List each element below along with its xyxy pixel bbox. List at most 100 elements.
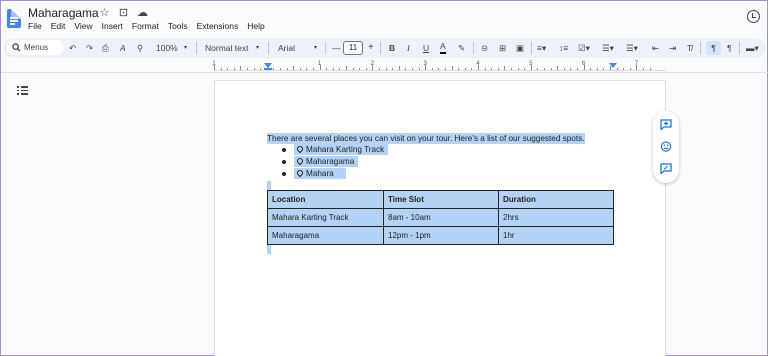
move-folder-icon[interactable]: ⊡: [117, 6, 130, 19]
left-to-right-icon[interactable]: ¶: [706, 41, 721, 55]
divider: [196, 42, 197, 54]
places-table[interactable]: Location Time Slot Duration Mahara Karti…: [267, 190, 614, 245]
place-chip-1[interactable]: Mahara Karting Track: [294, 144, 389, 155]
version-history-icon[interactable]: [747, 10, 760, 23]
spellcheck-icon[interactable]: A: [120, 41, 126, 55]
divider: [268, 42, 269, 54]
align-icon[interactable]: ≡▾: [537, 41, 546, 55]
ruler-tick: [451, 66, 453, 70]
insert-link-icon[interactable]: ⊝: [481, 41, 488, 55]
increase-font-size-icon[interactable]: +: [368, 41, 374, 55]
place-chip-3[interactable]: Mahara: [294, 168, 346, 179]
place-chip-label: Mahara: [306, 169, 334, 178]
ruler-tick: [392, 68, 394, 70]
place-chip-2[interactable]: Maharagama: [294, 156, 359, 167]
menu-format[interactable]: Format: [132, 21, 159, 31]
menu-tools[interactable]: Tools: [168, 21, 188, 31]
table-header-cell[interactable]: Time Slot: [383, 190, 499, 209]
highlight-color-icon[interactable]: ✎: [458, 41, 465, 55]
font-size-input[interactable]: 11: [343, 41, 363, 55]
star-icon[interactable]: ☆: [98, 6, 111, 19]
map-pin-icon: [297, 170, 303, 178]
add-comment-icon[interactable]: ⊞: [499, 41, 506, 55]
decrease-font-size-icon[interactable]: —: [332, 41, 341, 55]
ruler-tick: [524, 68, 526, 70]
table-header-cell[interactable]: Location: [267, 190, 384, 209]
more-options-icon[interactable]: ▬▾: [746, 41, 759, 55]
ruler-tick: [306, 68, 308, 70]
font-family-select[interactable]: Arial: [278, 41, 295, 55]
ruler-tick: [649, 68, 651, 70]
search-menus-button[interactable]: Menus: [7, 40, 64, 55]
ruler-tick: [253, 68, 255, 70]
checklist-icon[interactable]: ☑▾: [578, 41, 590, 55]
ruler-tick: [464, 68, 466, 70]
divider: [380, 42, 381, 54]
table-cell[interactable]: 2hrs: [498, 208, 614, 227]
text-color-icon[interactable]: A: [440, 41, 446, 54]
ruler-tick: [227, 68, 229, 70]
intro-paragraph[interactable]: There are several places you can visit o…: [267, 133, 585, 144]
ruler-number: 1: [212, 61, 216, 67]
menu-help[interactable]: Help: [247, 21, 264, 31]
table-header-cell[interactable]: Duration: [498, 190, 614, 209]
bold-icon[interactable]: B: [389, 41, 395, 55]
clear-formatting-icon[interactable]: T̸: [687, 41, 692, 55]
table-cell[interactable]: 1hr: [498, 226, 614, 245]
ruler-tick: [563, 68, 565, 70]
ruler-tick: [385, 68, 387, 70]
table-row: Mahara Karting Track 8am - 10am 2hrs: [267, 208, 614, 227]
undo-icon[interactable]: ↶: [69, 41, 76, 55]
right-to-left-icon[interactable]: ¶: [727, 41, 732, 55]
ruler-tick: [352, 68, 354, 70]
menu-file[interactable]: File: [28, 21, 42, 31]
table-cell[interactable]: Maharagama: [267, 226, 384, 245]
decrease-indent-icon[interactable]: ⇤: [652, 41, 659, 55]
ruler-number: 6: [581, 61, 586, 67]
toolbar: [4, 38, 765, 58]
numbered-list-icon[interactable]: ☰▾: [626, 41, 638, 55]
print-icon[interactable]: ⎙: [102, 41, 109, 55]
menu-extensions[interactable]: Extensions: [197, 21, 239, 31]
divider: [1, 72, 768, 73]
ruler-tick: [577, 68, 578, 70]
paragraph-style-select[interactable]: Normal text: [205, 41, 248, 55]
suggest-edits-icon[interactable]: [660, 163, 672, 174]
underline-icon[interactable]: U: [423, 41, 429, 55]
ruler-tick: [497, 68, 499, 70]
ruler-number: 5: [529, 61, 533, 67]
menu-view[interactable]: View: [74, 21, 92, 31]
menu-edit[interactable]: Edit: [51, 21, 66, 31]
ruler-tick: [379, 68, 380, 70]
place-chip-label: Maharagama: [306, 157, 355, 166]
redo-icon[interactable]: ↷: [86, 41, 93, 55]
italic-icon[interactable]: I: [407, 41, 410, 55]
ruler-tick: [603, 68, 605, 70]
menu-insert[interactable]: Insert: [102, 21, 123, 31]
floating-actions-panel: [653, 111, 679, 183]
docs-logo-icon[interactable]: [7, 9, 21, 28]
ruler-tick: [550, 68, 552, 70]
horizontal-ruler[interactable]: 1 1 2 3 4 5 6 7: [212, 61, 666, 71]
first-line-indent-marker[interactable]: [264, 68, 272, 70]
table-cell[interactable]: 8am - 10am: [383, 208, 499, 227]
table-cell[interactable]: 12pm - 1pm: [383, 226, 499, 245]
document-outline-icon[interactable]: [17, 86, 28, 95]
selection-mark: [267, 245, 271, 254]
line-spacing-icon[interactable]: ↕≡: [559, 41, 568, 55]
ruler-tick: [623, 68, 625, 70]
right-indent-marker[interactable]: [609, 63, 617, 68]
ruler-tick: [293, 66, 295, 70]
insert-image-icon[interactable]: ▣: [516, 41, 524, 55]
table-cell[interactable]: Mahara Karting Track: [267, 208, 384, 227]
ruler-tick: [247, 68, 248, 70]
increase-indent-icon[interactable]: ⇥: [669, 41, 676, 55]
cloud-status-icon[interactable]: ☁: [136, 6, 149, 19]
style-chevron-down-icon: ▾: [256, 45, 260, 51]
paint-format-icon[interactable]: ⚲: [137, 41, 143, 55]
bulleted-list-icon[interactable]: ☰▾: [602, 41, 614, 55]
add-comment-icon[interactable]: [660, 119, 672, 130]
emoji-reaction-icon[interactable]: [660, 141, 672, 152]
zoom-select[interactable]: 100%: [156, 41, 178, 55]
document-title[interactable]: Maharagama: [28, 6, 99, 20]
